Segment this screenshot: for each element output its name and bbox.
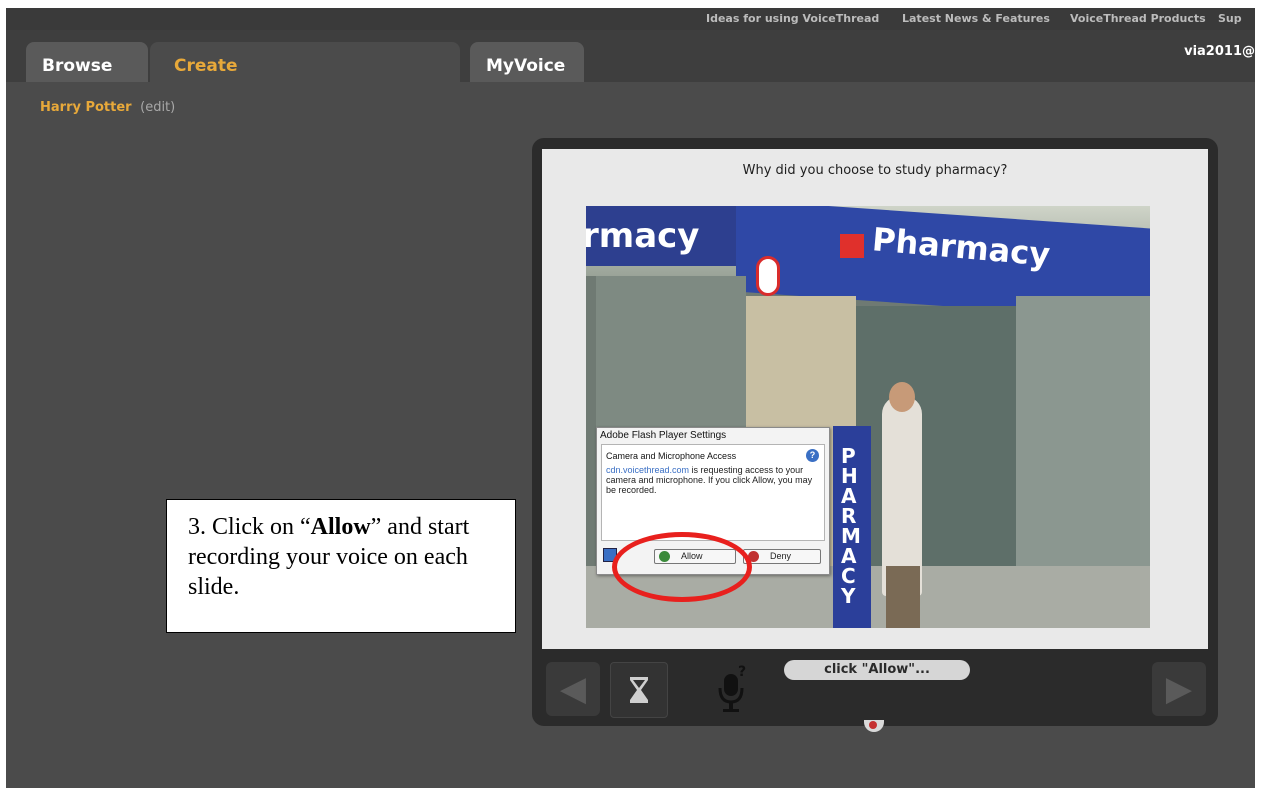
- arrow-left-icon: ◀: [559, 669, 587, 709]
- voicethread-title: Harry Potter: [40, 100, 132, 115]
- flash-dialog-body: Camera and Microphone Access ? cdn.voice…: [601, 444, 825, 541]
- pharmacy-sign-left: rmacy: [586, 216, 700, 256]
- top-links-bar: Ideas for using VoiceThread Latest News …: [6, 8, 1255, 30]
- deny-button[interactable]: Deny: [743, 549, 821, 564]
- next-slide-button[interactable]: ▶: [1152, 662, 1206, 716]
- link-news[interactable]: Latest News & Features: [902, 12, 1050, 25]
- link-ideas[interactable]: Ideas for using VoiceThread: [706, 12, 879, 25]
- flash-dialog-heading: Camera and Microphone Access: [606, 451, 737, 461]
- tab-myvoice[interactable]: MyVoice: [470, 42, 584, 82]
- breadcrumb: Harry Potter (edit): [40, 100, 175, 115]
- deny-button-label: Deny: [770, 551, 792, 561]
- slide-question: Why did you choose to study pharmacy?: [742, 163, 1008, 178]
- status-pill: click "Allow"...: [784, 660, 970, 680]
- instruction-callout: 3. Click on “Allow” and start recording …: [166, 499, 516, 633]
- microphone-icon: ?: [718, 664, 746, 712]
- user-account[interactable]: via2011@: [1184, 44, 1255, 59]
- tab-browse[interactable]: Browse: [26, 42, 148, 82]
- pharmacy-vertical-sign: PHARMACY: [841, 444, 861, 608]
- arrow-right-icon: ▶: [1165, 669, 1193, 709]
- instruction-prefix: 3. Click on “: [188, 514, 311, 540]
- link-products[interactable]: VoiceThread Products: [1070, 12, 1206, 25]
- help-icon[interactable]: ?: [806, 449, 819, 462]
- highlight-circle: [612, 532, 752, 602]
- svg-text:?: ?: [738, 664, 746, 680]
- tab-bar: Browse Create MyVoice via2011@: [6, 30, 1255, 82]
- edit-link[interactable]: (edit): [140, 100, 175, 115]
- prev-slide-button[interactable]: ◀: [546, 662, 600, 716]
- requesting-domain: cdn.voicethread.com: [606, 465, 690, 475]
- flash-dialog-message: cdn.voicethread.com is requesting access…: [606, 465, 821, 495]
- instruction-allow-word: Allow: [310, 514, 371, 540]
- record-indicator: [864, 720, 884, 732]
- timer-button[interactable]: [610, 662, 668, 718]
- slide-player: Why did you choose to study pharmacy? rm…: [532, 138, 1218, 732]
- link-support[interactable]: Sup: [1218, 12, 1242, 25]
- voicethread-app: Ideas for using VoiceThread Latest News …: [6, 8, 1255, 788]
- flash-dialog-title: Adobe Flash Player Settings: [600, 430, 727, 441]
- microphone-button[interactable]: ?: [714, 664, 754, 714]
- tab-create[interactable]: Create: [150, 42, 460, 82]
- hourglass-icon: [630, 677, 648, 703]
